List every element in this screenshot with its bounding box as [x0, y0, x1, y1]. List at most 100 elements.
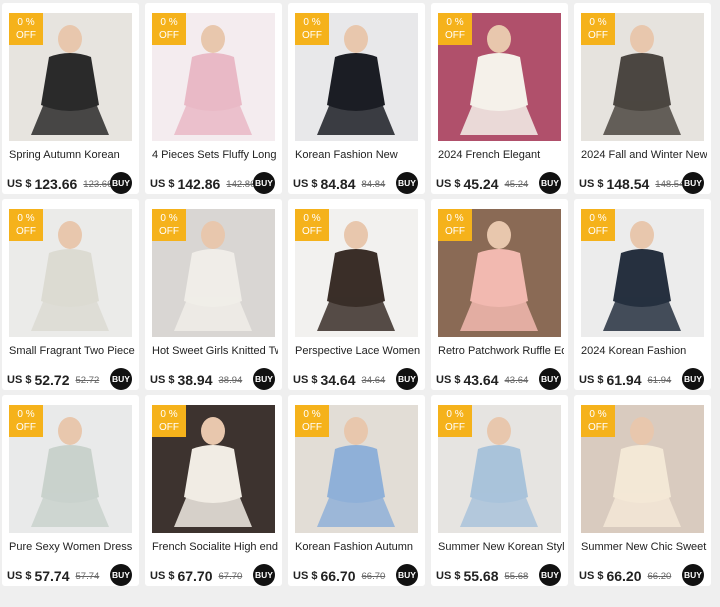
discount-badge: 0 % OFF: [9, 209, 43, 241]
sale-price: 55.68: [463, 568, 499, 584]
discount-value: 0 %: [160, 409, 178, 420]
product-card[interactable]: 0 % OFF Korean Fashion Autumn US $ 66.70…: [288, 395, 425, 586]
currency-label: US $: [7, 178, 32, 190]
product-card[interactable]: 0 % OFF Hot Sweet Girls Knitted Two US $…: [145, 199, 282, 390]
product-title[interactable]: Korean Fashion Autumn: [295, 541, 421, 553]
original-price: 123.66: [83, 178, 113, 190]
price-row: US $ 34.64 34.64 BUY: [293, 368, 421, 390]
discount-badge: 0 % OFF: [438, 209, 472, 241]
sale-price: 34.64: [320, 372, 356, 388]
product-card[interactable]: 0 % OFF 4 Pieces Sets Fluffy Long US $ 1…: [145, 3, 282, 194]
currency-label: US $: [436, 570, 461, 582]
sale-price: 66.70: [320, 568, 356, 584]
discount-off-label: OFF: [302, 30, 322, 41]
discount-value: 0 %: [446, 17, 464, 28]
sale-price: 52.72: [34, 372, 70, 388]
buy-button[interactable]: BUY: [110, 172, 132, 194]
discount-off-label: OFF: [588, 30, 608, 41]
product-title[interactable]: Summer New Korean Style: [438, 541, 564, 553]
discount-off-label: OFF: [445, 30, 465, 41]
product-card[interactable]: 0 % OFF Korean Fashion New US $ 84.84 84…: [288, 3, 425, 194]
discount-value: 0 %: [589, 213, 607, 224]
sale-price: 43.64: [463, 372, 499, 388]
original-price: 67.70: [218, 570, 243, 582]
product-title[interactable]: 2024 French Elegant: [438, 149, 564, 161]
discount-off-label: OFF: [16, 30, 36, 41]
buy-button[interactable]: BUY: [253, 564, 275, 586]
product-title[interactable]: 4 Pieces Sets Fluffy Long: [152, 149, 278, 161]
currency-label: US $: [150, 570, 175, 582]
product-title[interactable]: Spring Autumn Korean: [9, 149, 135, 161]
product-grid: 0 % OFF Spring Autumn Korean US $ 123.66…: [2, 3, 711, 586]
currency-label: US $: [293, 374, 318, 386]
product-title[interactable]: French Socialite High end: [152, 541, 278, 553]
sale-price: 67.70: [177, 568, 213, 584]
discount-value: 0 %: [303, 213, 321, 224]
buy-button[interactable]: BUY: [682, 172, 704, 194]
original-price: 45.24: [504, 178, 529, 190]
buy-button[interactable]: BUY: [110, 368, 132, 390]
buy-button[interactable]: BUY: [539, 564, 561, 586]
buy-button[interactable]: BUY: [396, 172, 418, 194]
currency-label: US $: [436, 178, 461, 190]
product-card[interactable]: 0 % OFF Small Fragrant Two Piece US $ 52…: [2, 199, 139, 390]
original-price: 61.94: [647, 374, 672, 386]
buy-button[interactable]: BUY: [253, 368, 275, 390]
product-title[interactable]: Hot Sweet Girls Knitted Two: [152, 345, 278, 357]
product-title[interactable]: Small Fragrant Two Piece: [9, 345, 135, 357]
original-price: 84.84: [361, 178, 386, 190]
currency-label: US $: [7, 570, 32, 582]
product-title[interactable]: Summer New Chic Sweet: [581, 541, 707, 553]
original-price: 57.74: [75, 570, 100, 582]
original-price: 142.86: [226, 178, 256, 190]
discount-value: 0 %: [303, 17, 321, 28]
discount-badge: 0 % OFF: [152, 209, 186, 241]
price-row: US $ 61.94 61.94 BUY: [579, 368, 707, 390]
sale-price: 123.66: [34, 176, 78, 192]
product-title[interactable]: Perspective Lace Women: [295, 345, 421, 357]
product-title[interactable]: Korean Fashion New: [295, 149, 421, 161]
original-price: 55.68: [504, 570, 529, 582]
product-title[interactable]: Retro Patchwork Ruffle Edge: [438, 345, 564, 357]
sale-price: 84.84: [320, 176, 356, 192]
sale-price: 57.74: [34, 568, 70, 584]
discount-value: 0 %: [160, 17, 178, 28]
buy-button[interactable]: BUY: [539, 368, 561, 390]
buy-button[interactable]: BUY: [396, 368, 418, 390]
discount-value: 0 %: [303, 409, 321, 420]
product-card[interactable]: 0 % OFF 2024 Korean Fashion US $ 61.94 6…: [574, 199, 711, 390]
currency-label: US $: [436, 374, 461, 386]
product-card[interactable]: 0 % OFF Pure Sexy Women Dress US $ 57.74…: [2, 395, 139, 586]
discount-off-label: OFF: [16, 422, 36, 433]
discount-badge: 0 % OFF: [295, 405, 329, 437]
price-row: US $ 55.68 55.68 BUY: [436, 564, 564, 586]
product-card[interactable]: 0 % OFF 2024 Fall and Winter New US $ 14…: [574, 3, 711, 194]
buy-button[interactable]: BUY: [110, 564, 132, 586]
price-row: US $ 123.66 123.66 BUY: [7, 172, 135, 194]
price-row: US $ 57.74 57.74 BUY: [7, 564, 135, 586]
product-card[interactable]: 0 % OFF 2024 French Elegant US $ 45.24 4…: [431, 3, 568, 194]
product-card[interactable]: 0 % OFF French Socialite High end US $ 6…: [145, 395, 282, 586]
buy-button[interactable]: BUY: [253, 172, 275, 194]
original-price: 148.54: [655, 178, 685, 190]
product-title[interactable]: 2024 Korean Fashion: [581, 345, 707, 357]
product-card[interactable]: 0 % OFF Spring Autumn Korean US $ 123.66…: [2, 3, 139, 194]
buy-button[interactable]: BUY: [682, 368, 704, 390]
discount-off-label: OFF: [588, 422, 608, 433]
discount-value: 0 %: [446, 213, 464, 224]
discount-badge: 0 % OFF: [152, 13, 186, 45]
product-card[interactable]: 0 % OFF Perspective Lace Women US $ 34.6…: [288, 199, 425, 390]
product-title[interactable]: 2024 Fall and Winter New: [581, 149, 707, 161]
product-card[interactable]: 0 % OFF Summer New Chic Sweet US $ 66.20…: [574, 395, 711, 586]
price-row: US $ 52.72 52.72 BUY: [7, 368, 135, 390]
discount-off-label: OFF: [16, 226, 36, 237]
discount-badge: 0 % OFF: [581, 13, 615, 45]
buy-button[interactable]: BUY: [396, 564, 418, 586]
discount-off-label: OFF: [302, 422, 322, 433]
product-card[interactable]: 0 % OFF Retro Patchwork Ruffle Edge US $…: [431, 199, 568, 390]
buy-button[interactable]: BUY: [539, 172, 561, 194]
product-title[interactable]: Pure Sexy Women Dress: [9, 541, 135, 553]
discount-off-label: OFF: [588, 226, 608, 237]
buy-button[interactable]: BUY: [682, 564, 704, 586]
product-card[interactable]: 0 % OFF Summer New Korean Style US $ 55.…: [431, 395, 568, 586]
